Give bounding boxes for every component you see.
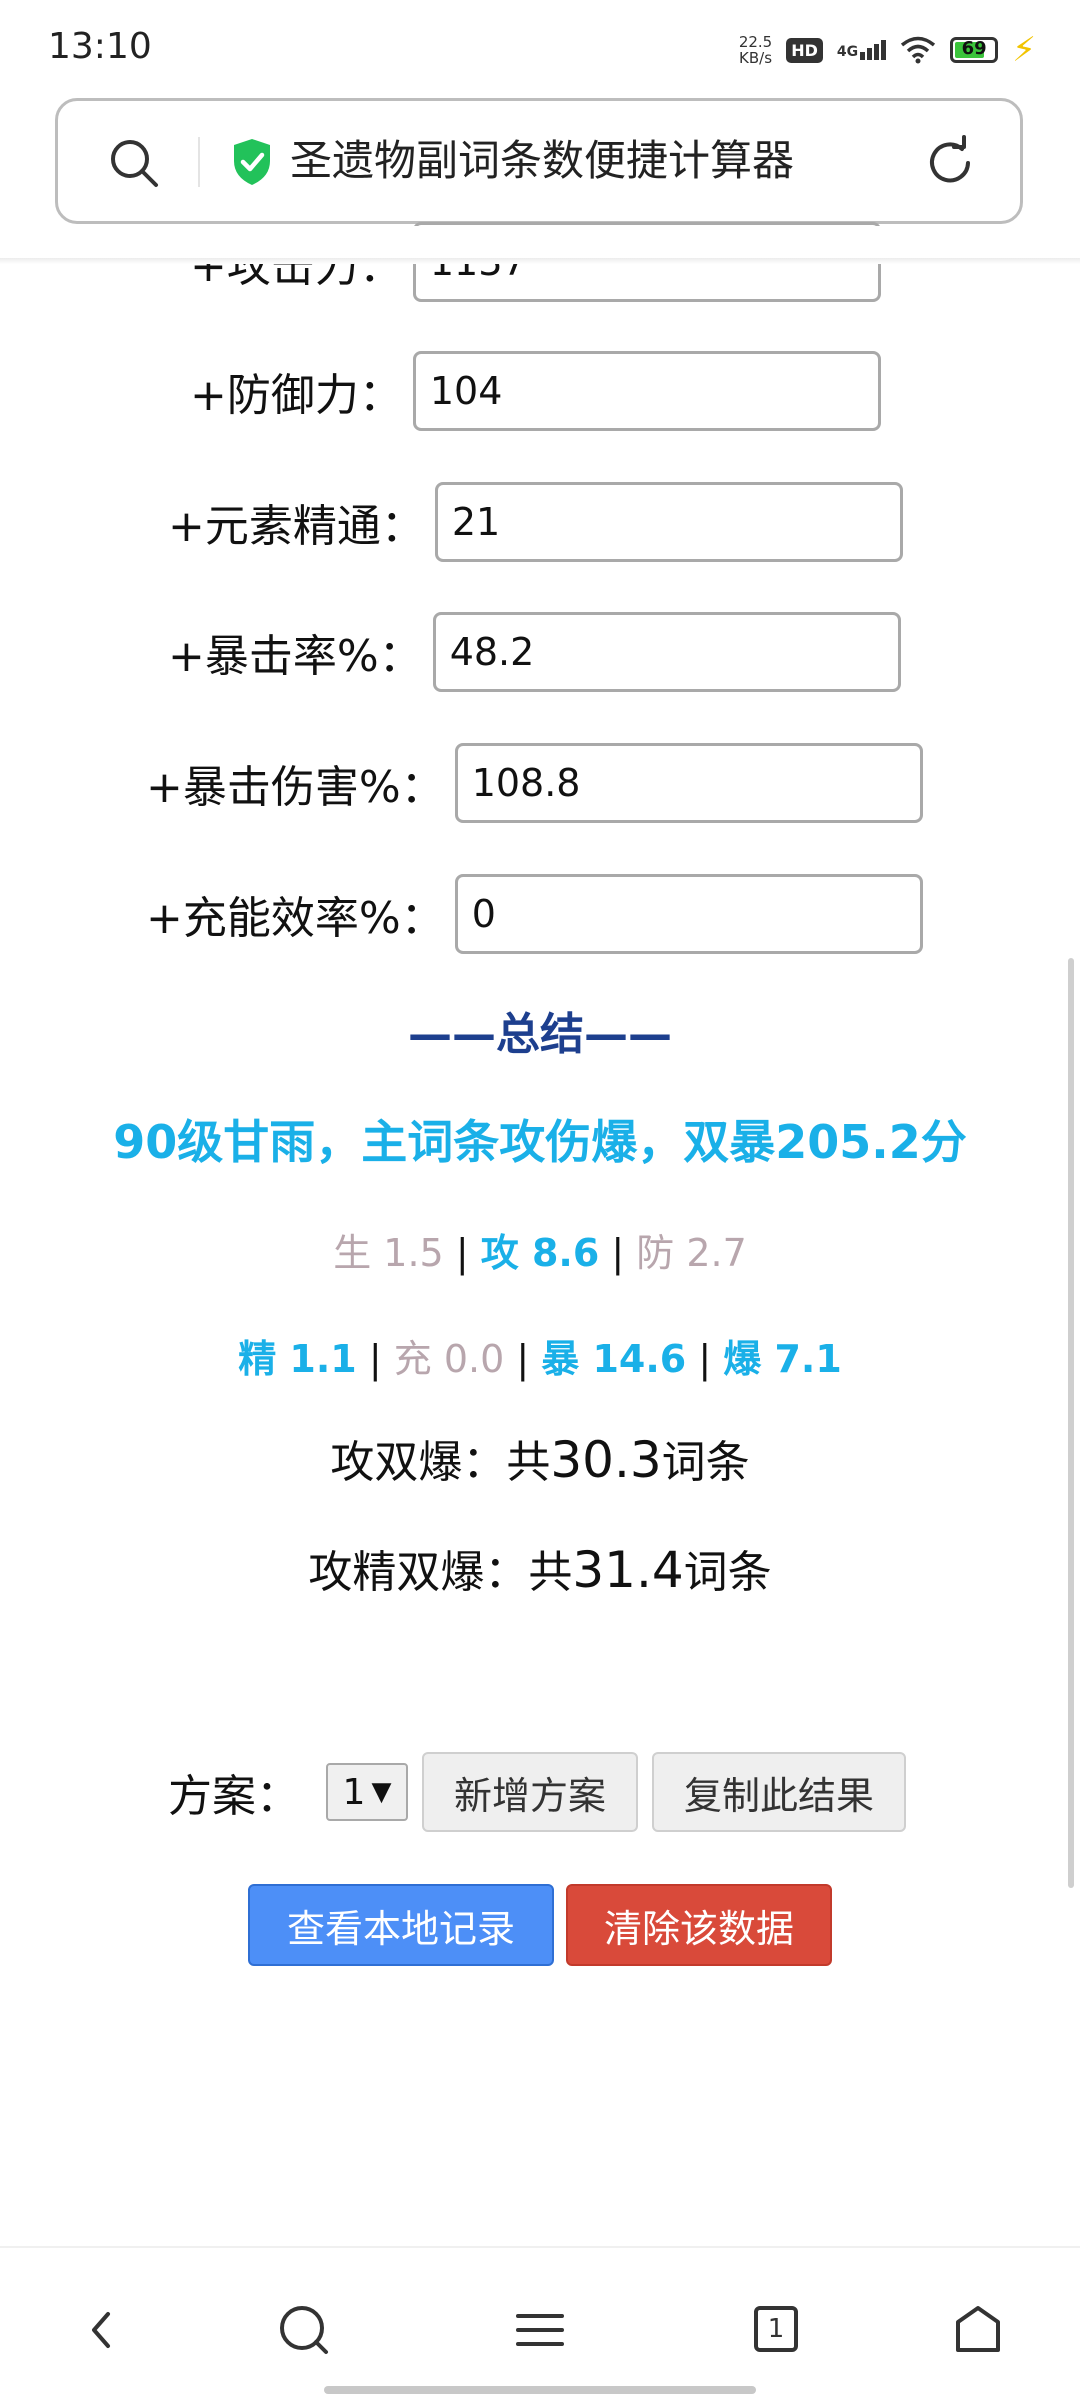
network-type: 4G	[836, 44, 859, 60]
crit-rate-label: +暴击率%：	[168, 631, 423, 682]
defense-label: +防御力：	[190, 370, 403, 421]
stats-row-2: 精 1.1 | 充 0.0 | 暴 14.6 | 爆 7.1	[0, 1328, 1080, 1383]
battery-icon: 69	[950, 37, 999, 63]
reload-icon[interactable]	[920, 133, 980, 193]
stat-atk: 攻 8.6	[480, 1231, 600, 1275]
charging-bolt-icon: ⚡	[1012, 30, 1036, 70]
page-title[interactable]: 圣遗物副词条数便捷计算器	[290, 129, 794, 193]
net-speed-value: 22.5	[738, 33, 773, 51]
net-speed-unit: KB/s	[739, 49, 773, 67]
status-bar: 13:10 22.5 KB/s HD 4G 69 ⚡	[0, 0, 1080, 96]
status-time: 13:10	[48, 26, 152, 67]
plan-label: 方案：	[168, 1771, 300, 1822]
plan-selected-value: 1	[342, 1771, 366, 1813]
shield-check-icon	[234, 139, 270, 185]
battery-level: 69	[961, 38, 987, 59]
dropdown-arrow-icon: ▼	[371, 1777, 392, 1807]
stat-separator: |	[455, 1231, 469, 1275]
stat-hp: 生 1.5	[333, 1231, 444, 1275]
search-icon[interactable]	[274, 2300, 334, 2360]
form-row-defense: +防御力：	[190, 351, 881, 431]
status-icons: 22.5 KB/s HD 4G 69 ⚡	[739, 30, 1036, 70]
address-divider	[198, 137, 200, 187]
elemental-mastery-label: +元素精通：	[168, 501, 425, 552]
stats-row-1: 生 1.5 | 攻 8.6 | 防 2.7	[0, 1222, 1080, 1277]
stat-separator: |	[368, 1337, 382, 1381]
total-atk-em-crit-value: 31.4	[572, 1541, 684, 1599]
menu-icon[interactable]	[510, 2300, 570, 2360]
total-atk-em-crit: 攻精双爆：共31.4词条	[0, 1536, 1080, 1600]
clear-data-button[interactable]: 清除该数据	[566, 1884, 832, 1966]
tab-count: 1	[754, 2306, 798, 2352]
stat-def: 防 2.7	[636, 1231, 747, 1275]
home-indicator[interactable]	[324, 2386, 756, 2394]
header-divider	[0, 258, 1080, 264]
stat-crit-dmg: 爆 7.1	[723, 1337, 842, 1381]
search-icon[interactable]	[106, 135, 162, 191]
crit-damage-label: +暴击伤害%：	[146, 762, 445, 813]
hd-icon: HD	[786, 37, 823, 63]
scroll-mask	[0, 226, 1080, 260]
total-atk-crit-value: 30.3	[550, 1431, 662, 1489]
energy-recharge-input[interactable]	[454, 874, 923, 954]
form-row-energy-recharge: +充能效率%：	[146, 874, 923, 954]
back-icon[interactable]	[72, 2300, 132, 2360]
home-icon[interactable]	[948, 2300, 1008, 2360]
energy-recharge-label: +充能效率%：	[146, 893, 445, 944]
stat-separator: |	[516, 1337, 530, 1381]
stat-er: 充 0.0	[393, 1337, 505, 1381]
total-atk-crit-prefix: 攻双爆：共	[330, 1437, 551, 1488]
defense-input[interactable]	[412, 351, 881, 431]
page-scrollbar[interactable]	[1068, 958, 1074, 1888]
add-plan-button[interactable]: 新增方案	[422, 1752, 639, 1832]
net-speed-indicator: 22.5 KB/s	[739, 34, 772, 66]
total-atk-crit: 攻双爆：共30.3词条	[0, 1426, 1080, 1490]
crit-rate-input[interactable]	[432, 612, 901, 692]
total-atk-em-crit-suffix: 词条	[683, 1547, 772, 1598]
stat-separator: |	[611, 1231, 625, 1275]
stat-separator: |	[698, 1337, 712, 1381]
wifi-icon	[901, 36, 936, 64]
summary-headline: 90级甘雨，主词条攻伤爆，双暴205.2分	[113, 1115, 967, 1169]
plan-controls: 方案： 1 ▼ 新增方案 复制此结果	[168, 1752, 920, 1832]
stat-crit-rate: 暴 14.6	[541, 1337, 687, 1381]
view-local-records-button[interactable]: 查看本地记录	[248, 1884, 554, 1966]
form-row-elemental-mastery: +元素精通：	[168, 482, 903, 562]
bottom-nav: 1	[0, 2246, 1080, 2402]
address-bar[interactable]: 圣遗物副词条数便捷计算器	[55, 98, 1023, 224]
stat-em: 精 1.1	[238, 1337, 357, 1381]
cellular-signal-icon: 4G	[836, 40, 887, 60]
total-atk-em-crit-prefix: 攻精双爆：共	[308, 1547, 573, 1598]
total-atk-crit-suffix: 词条	[661, 1437, 750, 1488]
tabs-icon[interactable]: 1	[746, 2300, 806, 2360]
elemental-mastery-input[interactable]	[434, 482, 903, 562]
form-row-crit-damage: +暴击伤害%：	[146, 743, 923, 823]
crit-damage-input[interactable]	[454, 743, 923, 823]
plan-select[interactable]: 1 ▼	[326, 1763, 408, 1821]
form-row-crit-rate: +暴击率%：	[168, 612, 901, 692]
summary-heading: ——总结——	[408, 1009, 672, 1060]
copy-result-button[interactable]: 复制此结果	[652, 1752, 907, 1832]
